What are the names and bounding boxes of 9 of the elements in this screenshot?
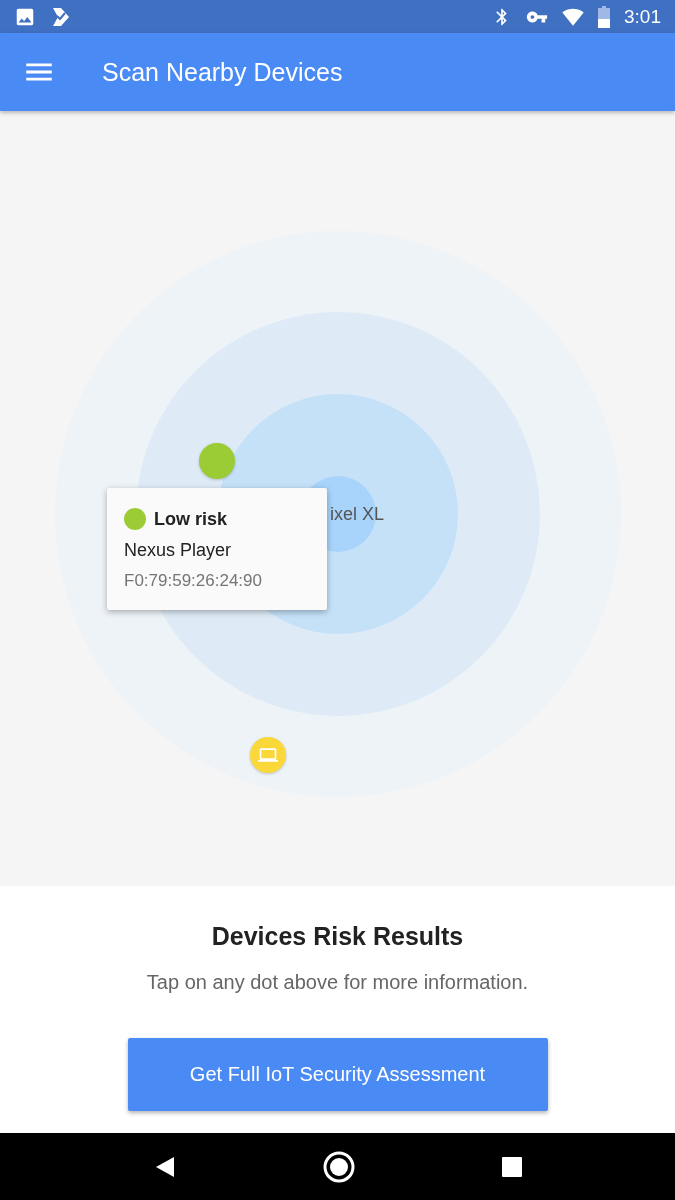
device-name: Nexus Player [124,540,233,561]
assessment-button[interactable]: Get Full IoT Security Assessment [127,1038,548,1111]
app-title: Scan Nearby Devices [102,57,343,87]
results-title: Devices Risk Results [211,922,464,951]
results-hint: Tap on any dot above for more information. [146,971,529,994]
risk-label: Low risk [154,508,228,530]
device-label: ixel XL [330,504,385,525]
clock-time: 3:01 [624,5,661,28]
mac-address: F0:79:59:26:24:90 [124,571,263,591]
